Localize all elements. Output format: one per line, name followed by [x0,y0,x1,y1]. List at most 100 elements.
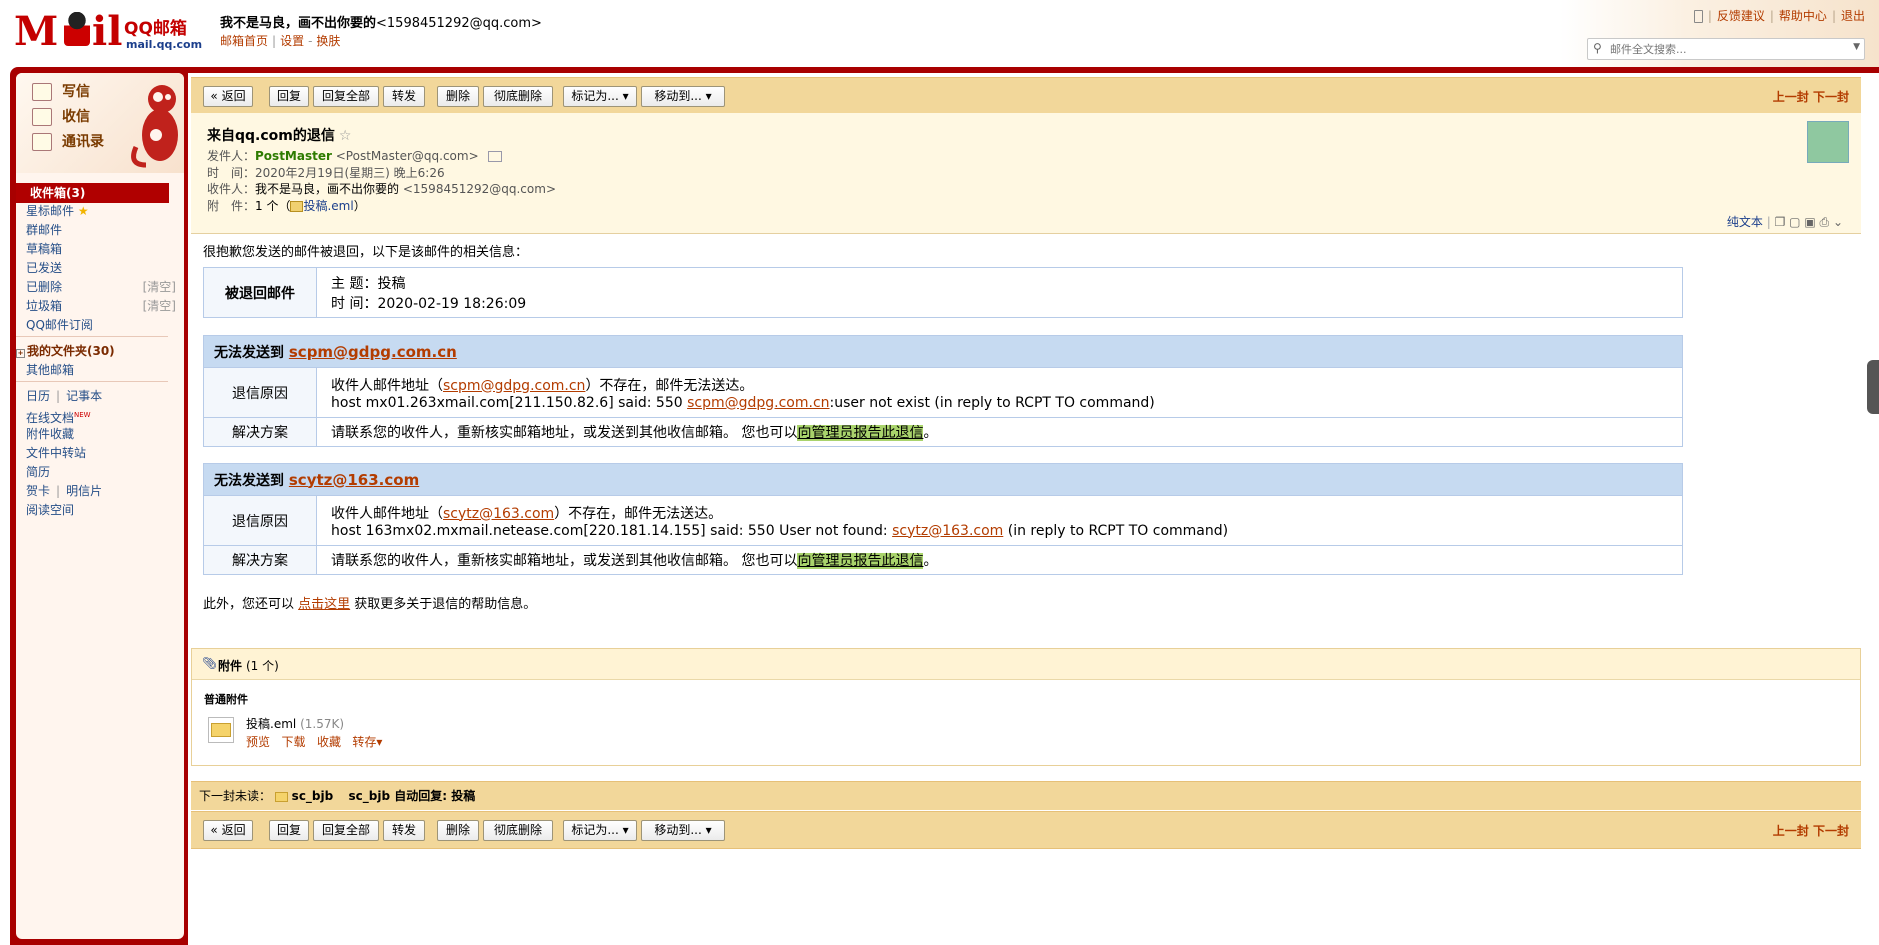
attachment-actions: 预览 下载 收藏 转存▾ [246,733,382,750]
favorite-link[interactable]: 收藏 [317,735,341,749]
attachment-panel: 📎︎ 附件 (1 个) 普通附件 投稿.eml (1.57K) 预览 下载 收藏… [191,648,1861,766]
sidebar-item-cards[interactable]: 贺卡 [26,484,50,498]
delete-permanent-button-bottom[interactable]: 彻底删除 [483,820,553,841]
header-tools: 纯文本 | ❐ ▢ ▣ ⎙ ⌄ [1726,215,1843,229]
recipient-address: <1598451292@qq.com> [402,182,556,196]
sidebar-item-file-transfer[interactable]: 文件中转站 [26,443,176,463]
contact-card-icon[interactable] [488,151,503,162]
back-button-bottom[interactable]: « 返回 [203,820,253,841]
failed-address-1[interactable]: scpm@gdpg.com.cn [289,343,457,361]
view-icon[interactable]: ▢ [1789,215,1800,229]
reply-all-button[interactable]: 回复全部 [313,86,379,107]
prev-mail-link[interactable]: 上一封 [1773,90,1809,104]
search-dropdown-icon[interactable]: ▼ [1853,42,1860,52]
sidebar-item-docs[interactable]: 在线文档NEW [26,405,176,425]
mobile-icon[interactable] [1693,10,1703,23]
sidebar-item-attach-fav[interactable]: 附件收藏 [26,424,176,444]
sidebar-item-starred[interactable]: 星标邮件 ★ [26,201,176,221]
qq-mail-logo[interactable]: M il QQ邮箱 mail.qq.com [14,8,204,55]
link-feedback[interactable]: 反馈建议 [1717,9,1765,23]
sidebar-divider [16,381,168,382]
save-icon[interactable]: ▣ [1804,215,1815,229]
next-unread-subject[interactable]: sc_bjb 自动回复: 投稿 [349,789,476,803]
compose-button[interactable]: 写信 [32,81,90,101]
attachment-section: 普通附件 [204,693,248,706]
more-chevron-icon[interactable]: ⌄ [1833,215,1843,229]
sidebar-item-postcards[interactable]: 明信片 [66,484,102,498]
forward-button-bottom[interactable]: 转发 [383,820,425,841]
sidebar-item-calendar[interactable]: 日历 [26,389,50,403]
mail-header: 来自qq.com的退信 ☆ 发件人：PostMaster <PostMaster@… [191,113,1861,234]
preview-link[interactable]: 预览 [246,735,270,749]
print-icon[interactable]: ⎙ [1820,215,1830,229]
attachment-file-name[interactable]: 投稿.eml [246,717,296,731]
sidebar-item-sent[interactable]: 已发送 [26,258,176,278]
prev-mail-link-bottom[interactable]: 上一封 [1773,824,1809,838]
help-link[interactable]: 点击这里 [298,597,350,612]
back-button[interactable]: « 返回 [203,86,253,107]
next-mail-link-bottom[interactable]: 下一封 [1813,824,1849,838]
download-link[interactable]: 下载 [281,735,305,749]
new-window-icon[interactable]: ❐ [1775,215,1786,229]
link-logout[interactable]: 退出 [1841,9,1865,23]
top-header: M il QQ邮箱 mail.qq.com 我不是马良，画不出你要的<15984… [0,0,1879,70]
link-settings[interactable]: 设置 [280,34,304,48]
recipient-name[interactable]: 我不是马良，画不出你要的 [255,182,399,196]
attachment-file-size: (1.57K) [300,717,345,731]
sidebar-tools-row1: 日历 | 记事本 [26,389,103,403]
star-icon[interactable]: ☆ [339,128,352,144]
sender-avatar[interactable] [1807,121,1849,163]
receive-button[interactable]: 收信 [32,106,90,126]
sidebar-item-spam[interactable]: 垃圾箱 [清空] [26,296,176,316]
link-skin[interactable]: 换肤 [316,34,340,48]
contacts-button[interactable]: 通讯录 [32,131,104,151]
sidebar-item-resume[interactable]: 简历 [26,462,176,482]
clear-spam-link[interactable]: [清空] [143,296,176,316]
report-admin-link-1[interactable]: 向管理员报告此退信 [797,425,924,441]
sidebar-item-reading[interactable]: 阅读空间 [26,500,176,520]
next-mail-link[interactable]: 下一封 [1813,90,1849,104]
move-to-button-bottom[interactable]: 移动到... ▾ [641,820,725,841]
forward-button[interactable]: 转发 [383,86,425,107]
solution-text-2: 请联系您的收件人，重新核实邮箱地址，或发送到其他收信邮箱。 您也可以向管理员报告… [316,545,1683,575]
sidebar-item-my-folders[interactable]: + 我的文件夹(30) [16,341,166,361]
attachment-file[interactable]: 投稿.eml (1.57K) [246,715,344,732]
save-to-link[interactable]: 转存▾ [352,735,382,749]
reply-button[interactable]: 回复 [269,86,309,107]
sidebar-item-other-mail[interactable]: 其他邮箱 [26,360,176,380]
star-icon: ★ [77,204,89,218]
eml-file-icon[interactable] [208,717,234,743]
search-input[interactable] [1608,40,1842,59]
sender-name[interactable]: PostMaster [255,149,332,163]
move-to-button[interactable]: 移动到... ▾ [641,86,725,107]
top-right-links: | 反馈建议 | 帮助中心 | 退出 [1693,7,1865,24]
reply-button-bottom[interactable]: 回复 [269,820,309,841]
next-unread-sender[interactable]: sc_bjb [292,789,334,803]
main-content: « 返回 回复 回复全部 转发 删除 彻底删除 标记为... ▾ 移动到... … [188,73,1879,945]
expand-icon[interactable]: + [16,349,25,358]
clear-deleted-link[interactable]: [清空] [143,277,176,297]
delete-permanent-button[interactable]: 彻底删除 [483,86,553,107]
reply-all-button-bottom[interactable]: 回复全部 [313,820,379,841]
sidebar-item-subscriptions[interactable]: QQ邮件订阅 [26,315,176,335]
report-admin-link-2[interactable]: 向管理员报告此退信 [797,553,924,569]
sidebar-item-inbox[interactable]: 收件箱(3) [16,183,169,203]
mark-as-button-bottom[interactable]: 标记为... ▾ [563,820,637,841]
sidebar-item-deleted[interactable]: 已删除 [清空] [26,277,176,297]
delete-button-bottom[interactable]: 删除 [437,820,479,841]
delete-button[interactable]: 删除 [437,86,479,107]
plain-text-link[interactable]: 纯文本 [1727,215,1763,229]
returned-mail-table: 被退回邮件 主 题：投稿时 间：2020-02-19 18:26:09 [203,267,1683,318]
envelope-icon [274,791,288,802]
sender-address: <PostMaster@qq.com> [335,149,479,163]
failed-address-2[interactable]: scytz@163.com [289,471,419,489]
sidebar-item-drafts[interactable]: 草稿箱 [26,239,176,259]
link-help[interactable]: 帮助中心 [1779,9,1827,23]
sidebar-item-notes[interactable]: 记事本 [66,389,102,403]
mark-as-button[interactable]: 标记为... ▾ [563,86,637,107]
side-panel-handle[interactable] [1867,360,1879,414]
sidebar-item-group[interactable]: 群邮件 [26,220,176,240]
header-attachment-link[interactable]: 投稿.eml [303,199,353,213]
failure-head-1: 无法发送到 scpm@gdpg.com.cn [203,335,1683,368]
link-mail-home[interactable]: 邮箱首页 [220,34,268,48]
